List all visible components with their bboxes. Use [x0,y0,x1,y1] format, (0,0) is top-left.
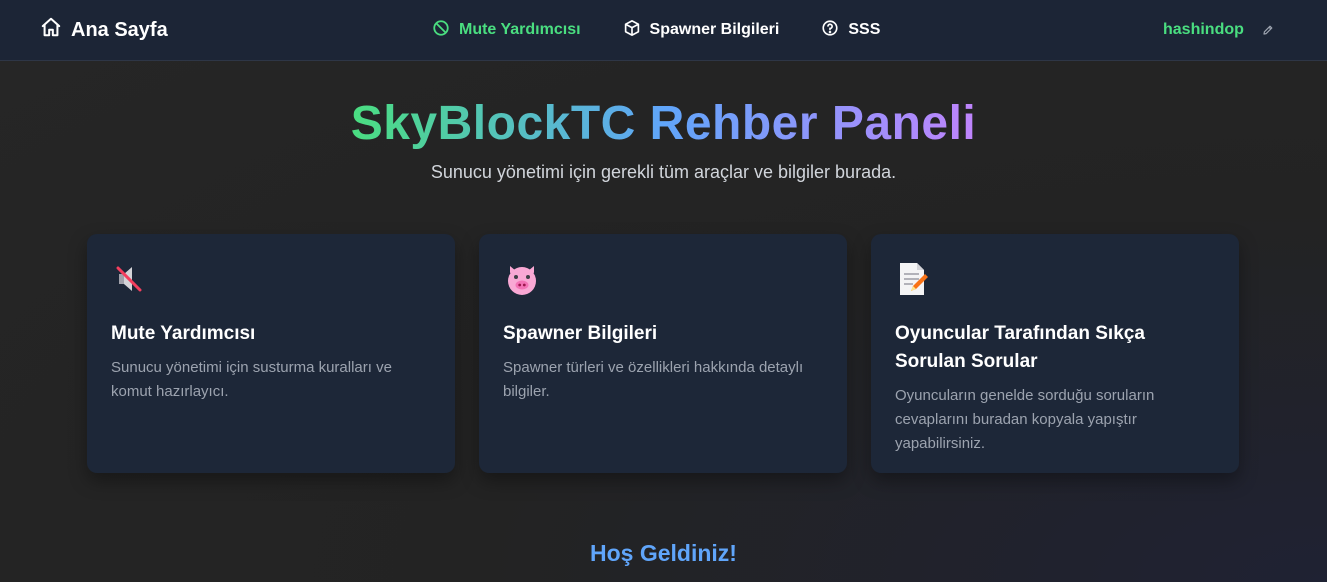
card-description: Sunucu yönetimi için susturma kuralları … [111,359,392,400]
cube-icon [623,19,641,42]
page-subtitle: Sunucu yönetimi için gerekli tüm araçlar… [430,162,897,182]
nav-link-label: Mute Yardımcısı [459,21,581,38]
top-navbar: Ana Sayfa Mute Yardımcısı Spawner Bilgil… [0,0,1327,61]
muted-speaker-icon [111,258,431,300]
card-mute-helper[interactable]: Mute Yardımcısı Sunucu yönetimi için sus… [87,234,455,473]
home-label: Ana Sayfa [71,18,168,41]
card-description: Oyuncuların genelde sorduğu soruların ce… [895,387,1155,452]
card-title: Spawner Bilgileri [503,323,658,344]
pig-face-icon [503,258,823,300]
home-icon [40,16,62,44]
nav-link-spawner-info[interactable]: Spawner Bilgileri [623,19,780,42]
card-faq[interactable]: Oyuncular Tarafından Sıkça Sorulan Sorul… [871,234,1239,473]
nav-link-faq[interactable]: SSS [821,19,880,42]
memo-icon [895,258,1215,300]
pencil-icon[interactable] [1262,24,1274,36]
ban-icon [432,19,450,42]
card-description: Spawner türleri ve özellikleri hakkında … [503,359,804,400]
nav-link-label: SSS [848,21,881,38]
card-title: Oyuncular Tarafından Sıkça Sorulan Sorul… [895,323,1145,372]
nav-link-label: Spawner Bilgileri [649,21,780,38]
question-circle-icon [821,19,839,42]
username: hashindop [1163,21,1244,38]
nav-links: Mute Yardımcısı Spawner Bilgileri SSS [432,0,922,60]
nav-link-mute-helper[interactable]: Mute Yardımcısı [432,19,581,42]
card-spawner-info[interactable]: Spawner Bilgileri Spawner türleri ve öze… [479,234,847,473]
page-title: SkyBlockTC Rehber Paneli [350,97,977,150]
home-link[interactable]: Ana Sayfa [40,0,168,60]
welcome-heading: Hoş Geldiniz! [590,540,737,566]
user-area: hashindop [1163,0,1274,60]
card-title: Mute Yardımcısı [111,323,256,344]
